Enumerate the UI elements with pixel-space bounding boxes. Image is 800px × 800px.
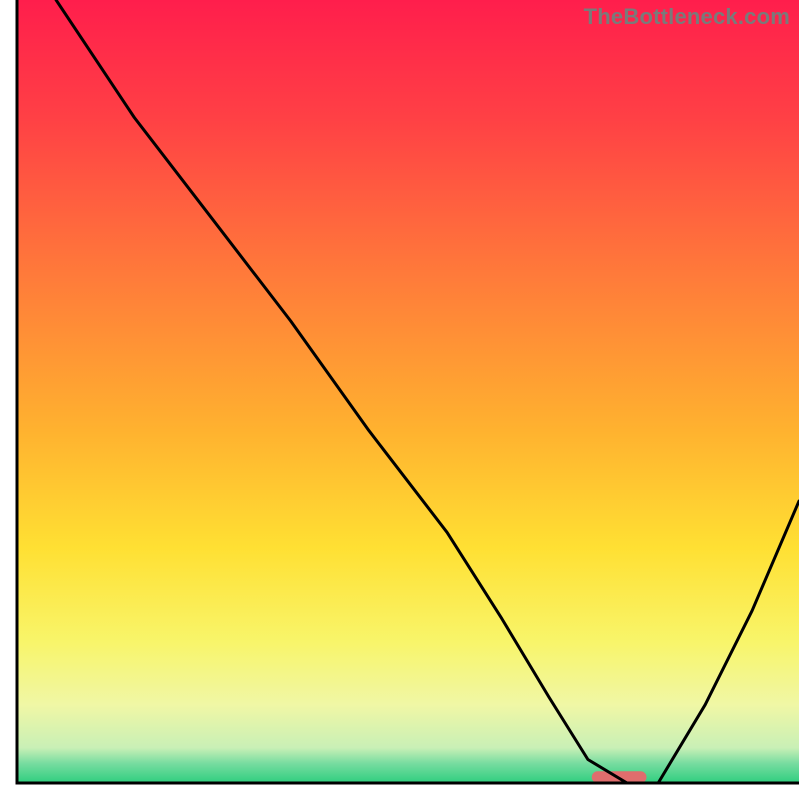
watermark-text: TheBottleneck.com: [584, 4, 790, 30]
chart-container: TheBottleneck.com: [0, 0, 800, 800]
bottleneck-chart: [0, 0, 800, 800]
